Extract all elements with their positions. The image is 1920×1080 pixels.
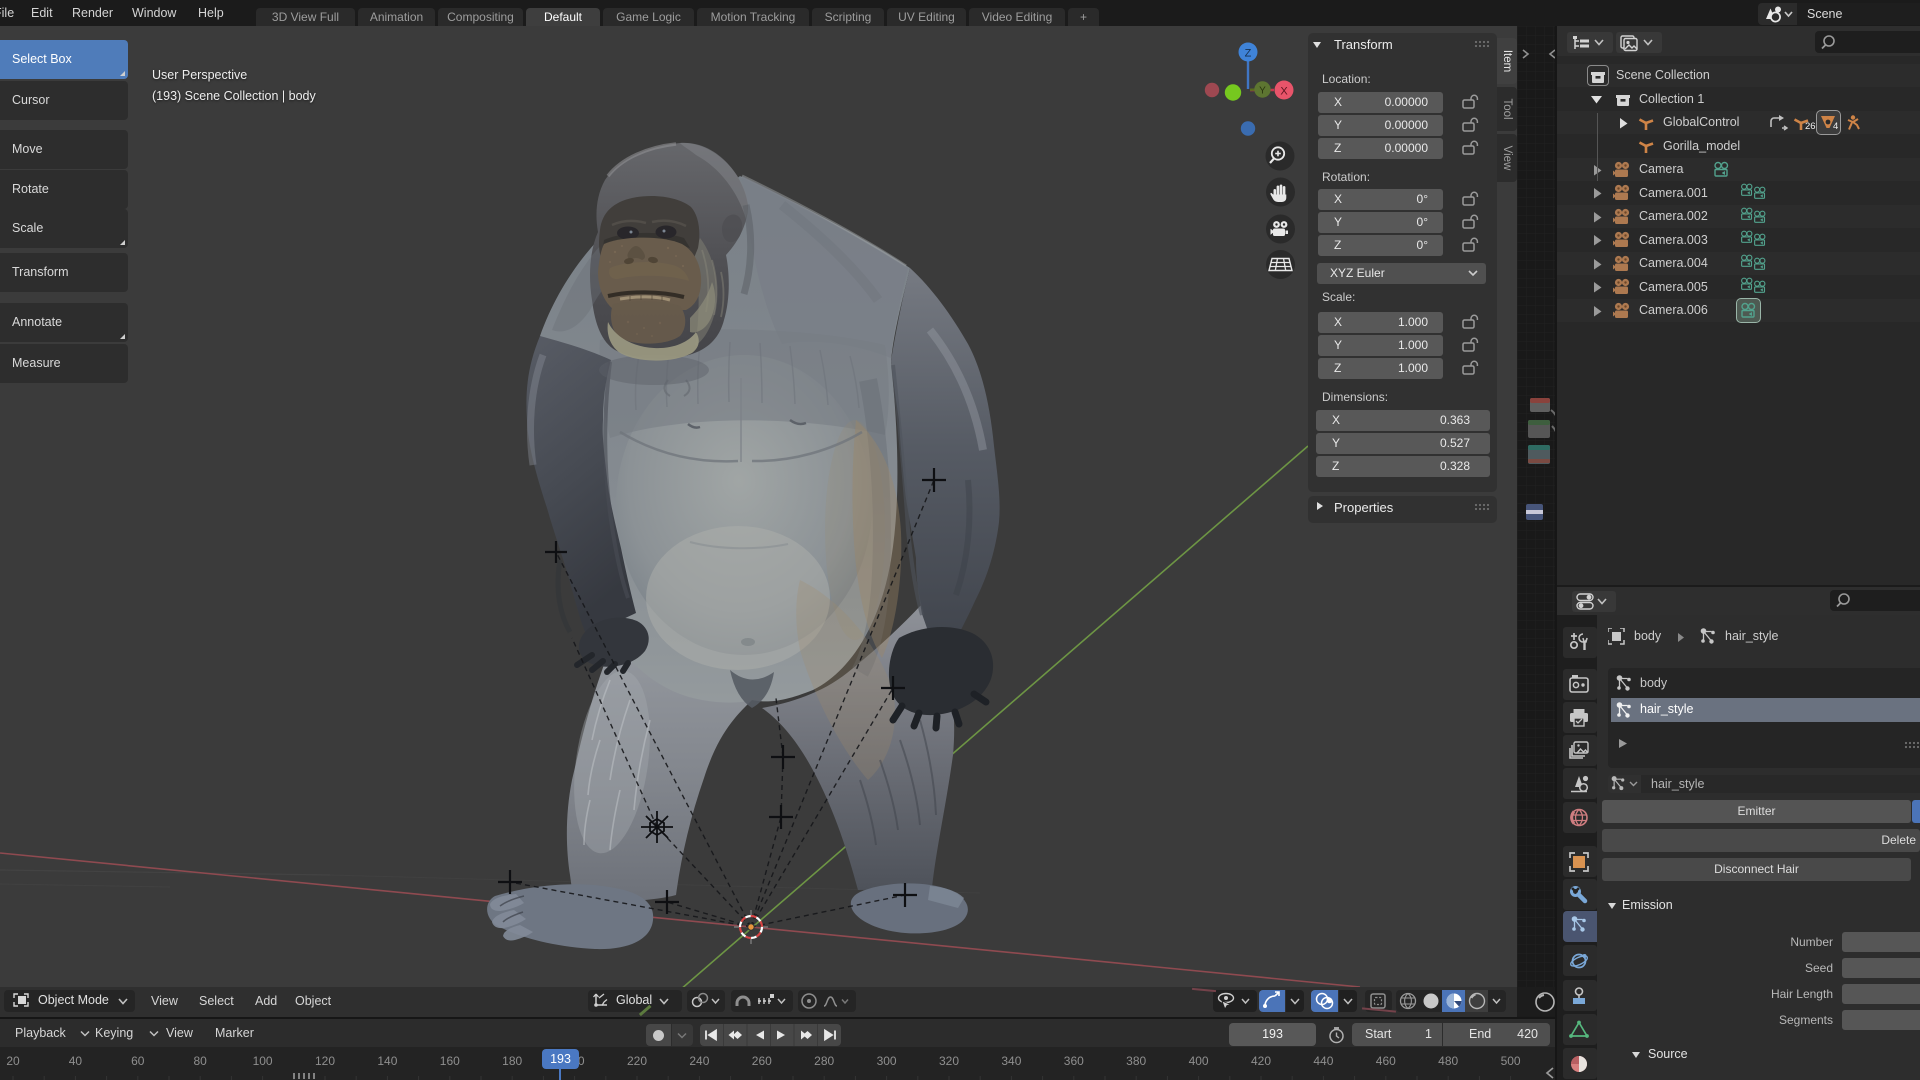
svg-text:Y: Y [1259,86,1266,97]
svg-text:X: X [1280,86,1288,98]
svg-text:Z: Z [1245,48,1252,60]
